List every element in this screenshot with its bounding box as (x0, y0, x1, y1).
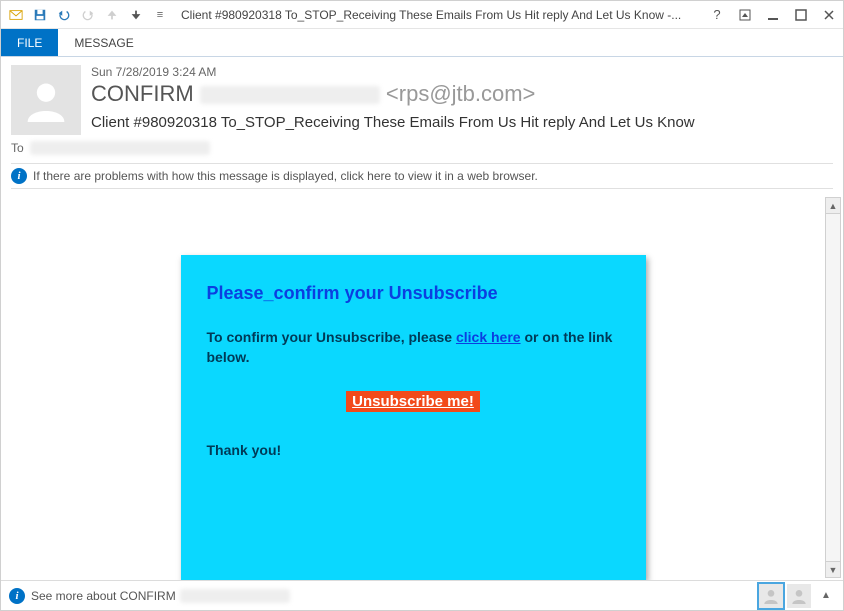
scroll-up-button[interactable]: ▲ (826, 198, 840, 214)
info-icon: i (9, 588, 25, 604)
redacted-text (180, 589, 290, 603)
from-name: CONFIRM (91, 81, 194, 106)
card-thanks: Thank you! (207, 442, 620, 458)
tab-message[interactable]: MESSAGE (58, 29, 149, 56)
message-body-area: Please_confirm your Unsubscribe To confi… (1, 195, 843, 580)
maximize-button[interactable] (787, 4, 815, 26)
people-pane: i See more about CONFIRM ▲ (1, 580, 843, 610)
unsubscribe-button[interactable]: Unsubscribe me! (346, 391, 480, 412)
people-pane-text: See more about CONFIRM (31, 589, 176, 603)
ribbon-display-button[interactable] (731, 4, 759, 26)
to-label: To (11, 141, 24, 155)
minimize-button[interactable] (759, 4, 787, 26)
next-item-button[interactable] (125, 4, 147, 26)
email-window: ≡ Client #980920318 To_STOP_Receiving Th… (0, 0, 844, 611)
ribbon-tabs: FILE MESSAGE (1, 29, 843, 57)
previous-item-button[interactable] (101, 4, 123, 26)
info-icon: i (11, 168, 27, 184)
contact-avatar-selected[interactable] (759, 584, 783, 608)
sender-avatar (11, 65, 81, 135)
save-button[interactable] (29, 4, 51, 26)
contact-avatar[interactable] (787, 584, 811, 608)
scroll-down-button[interactable]: ▼ (826, 561, 840, 577)
message-body: Please_confirm your Unsubscribe To confi… (1, 195, 825, 580)
help-button[interactable]: ? (703, 4, 731, 26)
message-header: Sun 7/28/2019 3:24 AM CONFIRM <rps@jtb.c… (1, 57, 843, 135)
customize-qat-button[interactable]: ≡ (149, 4, 171, 26)
subject: Client #980920318 To_STOP_Receiving Thes… (91, 113, 833, 133)
from-line: CONFIRM <rps@jtb.com> (91, 81, 833, 107)
window-controls: ? (703, 4, 843, 26)
close-button[interactable] (815, 4, 843, 26)
tab-file[interactable]: FILE (1, 29, 58, 56)
card-text-part1: To confirm your Unsubscribe, please (207, 329, 456, 345)
card-instructions: To confirm your Unsubscribe, please clic… (207, 328, 620, 367)
received-date: Sun 7/28/2019 3:24 AM (91, 65, 833, 79)
redo-button[interactable] (77, 4, 99, 26)
unsubscribe-card: Please_confirm your Unsubscribe To confi… (181, 255, 646, 580)
vertical-scrollbar[interactable]: ▲ ▼ (825, 197, 841, 578)
mail-icon (5, 4, 27, 26)
expand-people-pane-button[interactable]: ▲ (817, 584, 835, 608)
redacted-text (200, 86, 380, 104)
info-bar[interactable]: i If there are problems with how this me… (11, 163, 833, 189)
card-title: Please_confirm your Unsubscribe (207, 283, 620, 304)
window-title: Client #980920318 To_STOP_Receiving Thes… (175, 8, 703, 22)
undo-button[interactable] (53, 4, 75, 26)
from-address: <rps@jtb.com> (386, 81, 536, 106)
quick-access-toolbar: ≡ (1, 4, 175, 26)
titlebar: ≡ Client #980920318 To_STOP_Receiving Th… (1, 1, 843, 29)
info-text: If there are problems with how this mess… (33, 169, 538, 183)
to-row: To (1, 135, 843, 163)
scroll-track[interactable] (826, 214, 840, 561)
click-here-link[interactable]: click here (456, 329, 521, 345)
redacted-recipient (30, 141, 210, 155)
